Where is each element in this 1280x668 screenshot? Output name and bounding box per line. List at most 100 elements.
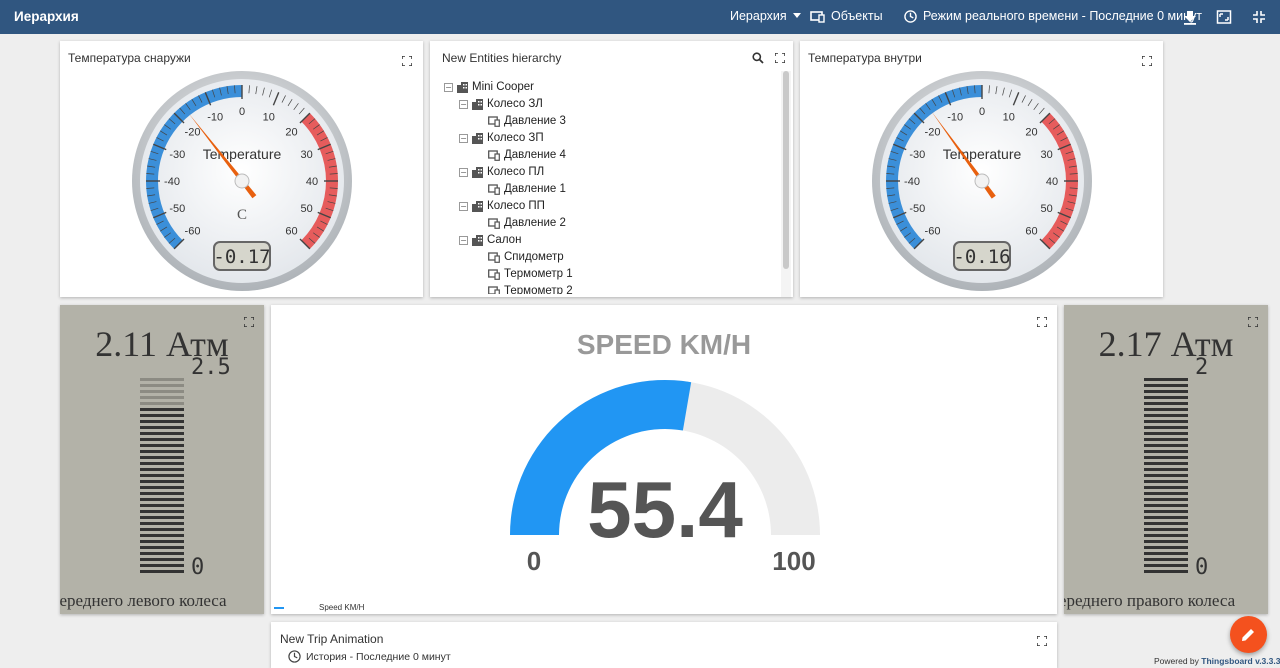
device-icon: [488, 251, 500, 263]
fullscreen-icon[interactable]: [1216, 9, 1232, 25]
level-bar: [140, 384, 184, 387]
gauge-tick-label: -50: [909, 203, 925, 215]
speed-max: 100: [772, 546, 815, 576]
level-bar: [140, 546, 184, 549]
level-bars: [1144, 375, 1188, 573]
gauge-tick-label: 50: [301, 203, 313, 215]
scrollbar-thumb[interactable]: [783, 71, 789, 269]
widget-title: Температура внутри: [808, 51, 922, 65]
widget-title: New Entities hierarchy: [442, 51, 562, 65]
tree-node[interactable]: Спидометр: [488, 249, 564, 265]
gauge-tick-label: 10: [1003, 111, 1015, 123]
gauge-title: Temperature: [203, 146, 282, 162]
collapse-toggle[interactable]: −: [459, 99, 468, 109]
thingsboard-link[interactable]: Thingsboard v.3.3.3: [1201, 656, 1280, 666]
tree-node-label: Давление 3: [504, 115, 566, 127]
gauge-tick-label: -60: [925, 225, 941, 237]
history-timewindow[interactable]: История - Последние 0 минут: [288, 650, 451, 663]
level-bar: [1144, 486, 1188, 489]
level-bar: [140, 492, 184, 495]
tree-node[interactable]: − Колесо ЗП: [459, 130, 544, 146]
level-bar: [140, 432, 184, 435]
tree-node[interactable]: Термометр 2: [488, 283, 573, 294]
tree-node-label: Термометр 2: [504, 285, 573, 294]
gauge-tick-label: -10: [947, 111, 963, 123]
asset-icon: [457, 81, 468, 93]
pressure-value: 2.11 Атм: [95, 324, 229, 364]
level-bar: [140, 438, 184, 441]
pressure-label: Давление переднего левого колеса: [60, 591, 227, 610]
fullscreen-icon[interactable]: [402, 56, 412, 66]
speed-min: 0: [527, 546, 541, 576]
fullscreen-icon[interactable]: [1248, 317, 1258, 327]
level-bar: [140, 444, 184, 447]
gauge-unit: C: [237, 207, 247, 223]
gauge-tick-label: -30: [909, 149, 925, 161]
fullscreen-exit-icon[interactable]: [1251, 9, 1267, 25]
pressure-right-widget: 2.17 Атм 2 0 Давление переднего правого …: [1064, 305, 1268, 614]
level-bar: [140, 462, 184, 465]
tree-node[interactable]: Давление 1: [488, 181, 566, 197]
level-bar: [140, 552, 184, 555]
level-bar: [1144, 408, 1188, 411]
tree-node[interactable]: − Колесо ПЛ: [459, 164, 544, 180]
tree-node[interactable]: − Салон: [459, 232, 521, 248]
level-bar: [1144, 552, 1188, 555]
temperature-gauge: -60-50 -40 -30-20 -10 0 10 20 30 40 50 60 Temperat…: [132, 71, 352, 291]
timewindow-button[interactable]: Режим реального времени - Последние 0 ми…: [904, 9, 1202, 23]
level-bar: [1144, 474, 1188, 477]
scale-max: 2.5: [191, 355, 231, 380]
pressure-left-widget: 2.11 Атм 2.5 0 Давление переднего левого…: [60, 305, 264, 614]
objects-button[interactable]: Объекты: [810, 9, 883, 23]
gauge-tick-label: -30: [169, 149, 185, 161]
tree-node[interactable]: − Mini Cooper: [444, 79, 534, 95]
level-bar: [1144, 504, 1188, 507]
tree-node[interactable]: − Колесо ЗЛ: [459, 96, 543, 112]
entities-hierarchy-widget: New Entities hierarchy − Mini Cooper − Кол…: [430, 41, 793, 297]
level-bar: [1144, 558, 1188, 561]
fullscreen-icon[interactable]: [1142, 56, 1152, 66]
download-icon[interactable]: [1182, 9, 1198, 25]
tree-node[interactable]: Давление 2: [488, 215, 566, 231]
search-icon[interactable]: [752, 52, 764, 64]
collapse-toggle[interactable]: −: [444, 82, 453, 92]
top-toolbar: Иерархия Иерархия Объекты Режим реальног…: [0, 0, 1280, 34]
level-bar: [140, 396, 184, 399]
level-bar: [1144, 438, 1188, 441]
collapse-toggle[interactable]: −: [459, 235, 468, 245]
level-bar: [140, 408, 184, 411]
tree-node[interactable]: Термометр 1: [488, 266, 573, 282]
level-bar: [140, 426, 184, 429]
collapse-toggle[interactable]: −: [459, 201, 468, 211]
collapse-toggle[interactable]: −: [459, 167, 468, 177]
asset-icon: [472, 234, 483, 246]
scale-min: 0: [1195, 555, 1209, 580]
tree-node-label: Колесо ПП: [487, 200, 545, 212]
edit-button[interactable]: [1230, 616, 1267, 653]
gauge-tick-label: -10: [207, 111, 223, 123]
gauge-tick-label: 30: [301, 149, 313, 161]
gauge-tick-label: 40: [1046, 176, 1058, 188]
fullscreen-icon[interactable]: [1037, 636, 1047, 646]
powered-by: Powered by Thingsboard v.3.3.3: [1154, 656, 1280, 666]
tree-node[interactable]: Давление 3: [488, 113, 566, 129]
gauge-tick-label: 60: [285, 225, 297, 237]
fullscreen-icon[interactable]: [775, 53, 785, 63]
tree-node[interactable]: Давление 4: [488, 147, 566, 163]
level-bar: [1144, 402, 1188, 405]
fullscreen-icon[interactable]: [244, 317, 254, 327]
pencil-icon: [1242, 629, 1254, 641]
gauge-tick-label: 50: [1041, 203, 1053, 215]
legend-swatch: [274, 607, 284, 609]
trip-animation-widget: New Trip Animation История - Последние 0…: [271, 622, 1057, 668]
tree-node[interactable]: − Колесо ПП: [459, 198, 545, 214]
collapse-toggle[interactable]: −: [459, 133, 468, 143]
level-bar: [1144, 522, 1188, 525]
state-select[interactable]: Иерархия: [730, 9, 801, 23]
level-bar: [1144, 432, 1188, 435]
gauge-tick-label: -40: [164, 176, 180, 188]
level-bar: [140, 414, 184, 417]
inside-temp-widget: Температура внутри -60 -50 -40 -30 -20 -10 0 10…: [800, 41, 1163, 297]
asset-icon: [472, 132, 483, 144]
gauge-lcd-value: -0.17: [213, 246, 270, 268]
